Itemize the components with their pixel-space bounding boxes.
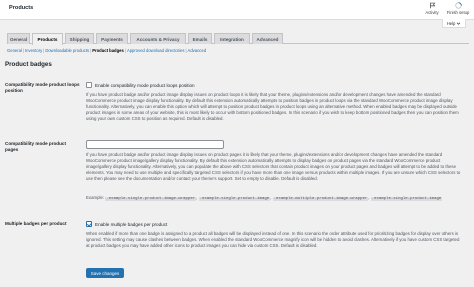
help-tab[interactable]: Help bbox=[442, 19, 466, 28]
tab-products[interactable]: Products bbox=[32, 33, 63, 45]
subsection-approved-download-directories[interactable]: Approved download directories bbox=[127, 48, 185, 53]
example-label: Example: bbox=[86, 195, 105, 200]
subsection-downloadable-products[interactable]: Downloadable products bbox=[45, 48, 89, 53]
loops-compat-checkbox[interactable] bbox=[86, 82, 92, 88]
loops-setting-label: Compatibility mode product loops positio… bbox=[5, 82, 80, 93]
finish-setup-label: Finish setup bbox=[446, 10, 470, 15]
separator: | bbox=[124, 48, 126, 53]
example-code: .example-single-product-image bbox=[370, 197, 443, 201]
save-changes-button[interactable]: Save changes bbox=[86, 268, 124, 278]
page-title: Products bbox=[9, 5, 34, 11]
example-code: .example-single-product-image-wrapper bbox=[105, 197, 197, 201]
tab-emails[interactable]: Emails bbox=[188, 33, 212, 44]
subsection-advanced[interactable]: Advanced bbox=[188, 48, 207, 53]
multiple-badges-checkbox[interactable] bbox=[86, 221, 92, 227]
settings-nav-tabs: General Products Shipping Payments Accou… bbox=[7, 33, 469, 45]
progress-circle-icon bbox=[454, 2, 462, 9]
subsection-inventory[interactable]: Inventory bbox=[25, 48, 42, 53]
example-code: .example-single-product-image bbox=[198, 197, 271, 201]
section-title: Product badges bbox=[5, 61, 52, 68]
example-code: .example-multiple-product-image-wrapper bbox=[272, 197, 369, 201]
activity-label: Activity bbox=[425, 10, 439, 15]
pages-setting-description: If you have product badge and/or product… bbox=[86, 152, 461, 181]
finish-setup-button[interactable]: Finish setup bbox=[446, 2, 470, 15]
subsection-product-badges: Product badges bbox=[92, 48, 124, 53]
tab-advanced[interactable]: Advanced bbox=[252, 33, 283, 44]
activity-button[interactable]: Activity bbox=[420, 2, 444, 15]
loops-setting-description: If you have product badge and/or product… bbox=[86, 92, 459, 121]
loops-compat-checkbox-label[interactable]: Enable compatibility mode product loops … bbox=[95, 83, 195, 88]
flag-icon bbox=[429, 2, 435, 9]
multiple-badges-checkbox-label[interactable]: Enable multiple badges per product bbox=[95, 222, 167, 227]
pages-example: Example: .example-single-product-image-w… bbox=[86, 195, 443, 201]
pages-selectors-input[interactable] bbox=[86, 140, 224, 149]
separator: | bbox=[22, 48, 24, 53]
tab-general[interactable]: General bbox=[7, 33, 30, 44]
help-label: Help bbox=[446, 20, 456, 26]
tab-integration[interactable]: Integration bbox=[214, 33, 250, 44]
subsection-general[interactable]: General bbox=[7, 48, 22, 53]
tab-accounts-privacy[interactable]: Accounts & Privacy bbox=[130, 33, 186, 44]
tab-shipping[interactable]: Shipping bbox=[65, 33, 94, 44]
subsection-links: General|Inventory|Downloadable products|… bbox=[7, 48, 206, 53]
multiple-badges-description: When enabled if more than one badge is a… bbox=[86, 231, 460, 248]
separator: | bbox=[185, 48, 187, 53]
tab-payments[interactable]: Payments bbox=[96, 33, 128, 44]
pages-setting-label: Compatibility mode product pages bbox=[5, 141, 66, 152]
multiple-badges-label: Multiple badges per product bbox=[5, 221, 67, 226]
top-header-bar: Products Activity Finish setup bbox=[0, 0, 474, 20]
chevron-down-icon bbox=[457, 22, 461, 25]
